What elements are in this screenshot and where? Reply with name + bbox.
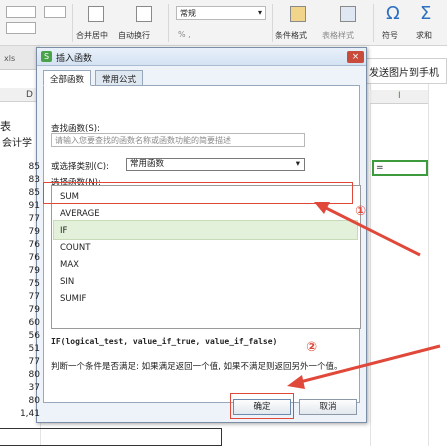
- sheet-cell-value[interactable]: 85: [0, 162, 40, 172]
- sheet-cell-value[interactable]: 80: [0, 370, 40, 380]
- annotation-arrows: [287, 202, 441, 389]
- annotation-step-2: ②: [306, 340, 318, 355]
- sheet-cell-value[interactable]: 80: [0, 396, 40, 406]
- sheet-cell-value[interactable]: 60: [0, 318, 40, 328]
- sheet-cell-value[interactable]: 51: [0, 344, 40, 354]
- tab-all-functions[interactable]: 全部函数: [43, 70, 92, 86]
- sheet-cell-value[interactable]: 77: [0, 357, 40, 367]
- sheet-cell-value[interactable]: 37: [0, 383, 40, 393]
- sheet-cell-value[interactable]: 79: [0, 227, 40, 237]
- sheet-cell-value[interactable]: 79: [0, 266, 40, 276]
- sheet-cell-value[interactable]: 91: [0, 201, 40, 211]
- arrow-1-shaft: [321, 204, 421, 257]
- sheet-cell-value[interactable]: 77: [0, 292, 40, 302]
- sheet-cell-value[interactable]: 76: [0, 253, 40, 263]
- sheet-cell-value[interactable]: 79: [0, 305, 40, 315]
- annotation-step-1: ①: [355, 204, 367, 219]
- sheet-cell-value[interactable]: 1,41: [0, 409, 40, 419]
- sheet-cell-value[interactable]: 56: [0, 331, 40, 341]
- sheet-cell-value[interactable]: 77: [0, 214, 40, 224]
- sheet-cell-value[interactable]: 85: [0, 188, 40, 198]
- sheet-cell-value[interactable]: 75: [0, 279, 40, 289]
- sheet-cell-value[interactable]: 76: [0, 240, 40, 250]
- arrow-2-shaft: [299, 344, 441, 384]
- arrow-2-head: [287, 375, 305, 389]
- sheet-cell-value[interactable]: 83: [0, 175, 40, 185]
